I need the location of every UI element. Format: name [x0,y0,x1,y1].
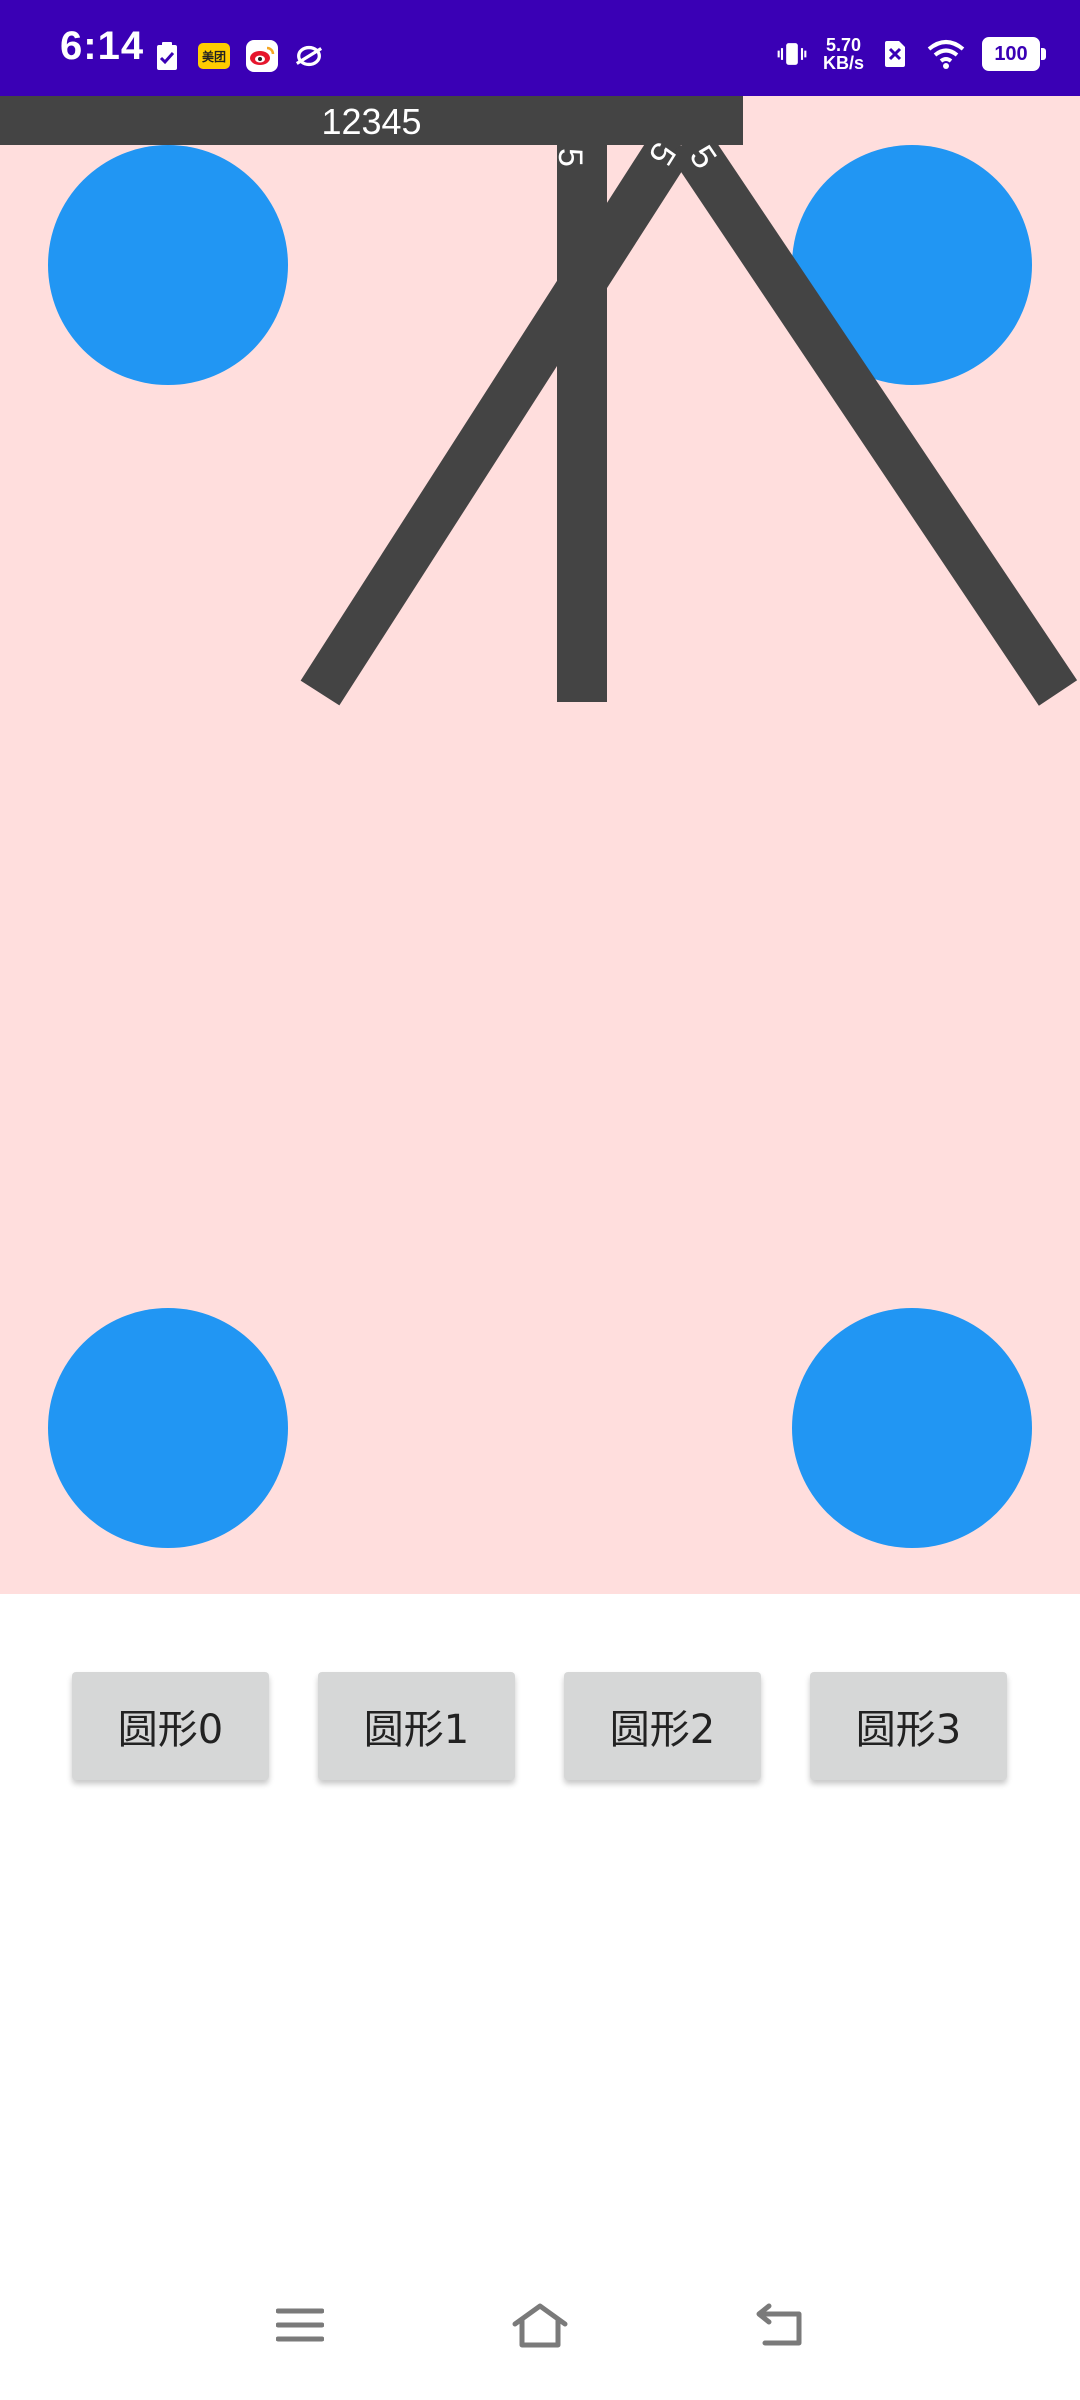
sticks-layer [300,128,1078,706]
vibrate-icon [777,39,807,69]
back-icon[interactable] [745,2290,815,2360]
circle-2[interactable] [48,1308,288,1548]
notification-icons: 美团 [152,40,324,72]
net-speed-value: 5.70 [825,35,862,55]
stick-vertical [557,96,607,702]
menu-icon[interactable] [265,2290,335,2360]
stick-label-vertical: 5 [550,148,589,167]
top-bar: 12345 [0,96,743,145]
app-icon [294,41,324,71]
battery-icon: 100 [982,37,1046,71]
status-bar: 6:14 美团 5.70 KB/s 100 [0,0,1080,96]
weibo-icon [246,40,278,72]
net-speed-unit: KB/s [822,53,864,73]
wifi-icon [926,39,966,69]
battery-level: 100 [994,42,1028,65]
home-icon[interactable] [505,2290,575,2360]
button-row: 圆形0 圆形1 圆形2 圆形3 [0,1672,1080,1782]
stick-diagonal-right [668,128,1078,706]
circle-3[interactable] [792,1308,1032,1548]
circle-0-button[interactable]: 圆形0 [72,1672,269,1780]
circle-1-button[interactable]: 圆形1 [318,1672,515,1780]
circle-3-button[interactable]: 圆形3 [810,1672,1007,1780]
clipboard-check-icon [152,41,182,71]
app-screen: 6:14 美团 5.70 KB/s 100 12345 5 5 5 圆形0 圆形… [0,0,1080,2400]
status-time: 6:14 [60,24,145,68]
circle-2-button[interactable]: 圆形2 [564,1672,761,1780]
drawing-canvas[interactable]: 12345 5 5 5 [0,96,1080,1594]
stick-diagonal-left [300,128,694,706]
meituan-icon: 美团 [198,43,230,69]
top-bar-label: 12345 [321,101,422,142]
status-right-icons: 5.70 KB/s 100 [777,36,1046,72]
sim-off-icon [880,39,910,69]
net-speed: 5.70 KB/s [823,36,864,72]
meituan-label: 美团 [201,49,226,64]
navigation-bar [0,2270,1080,2400]
